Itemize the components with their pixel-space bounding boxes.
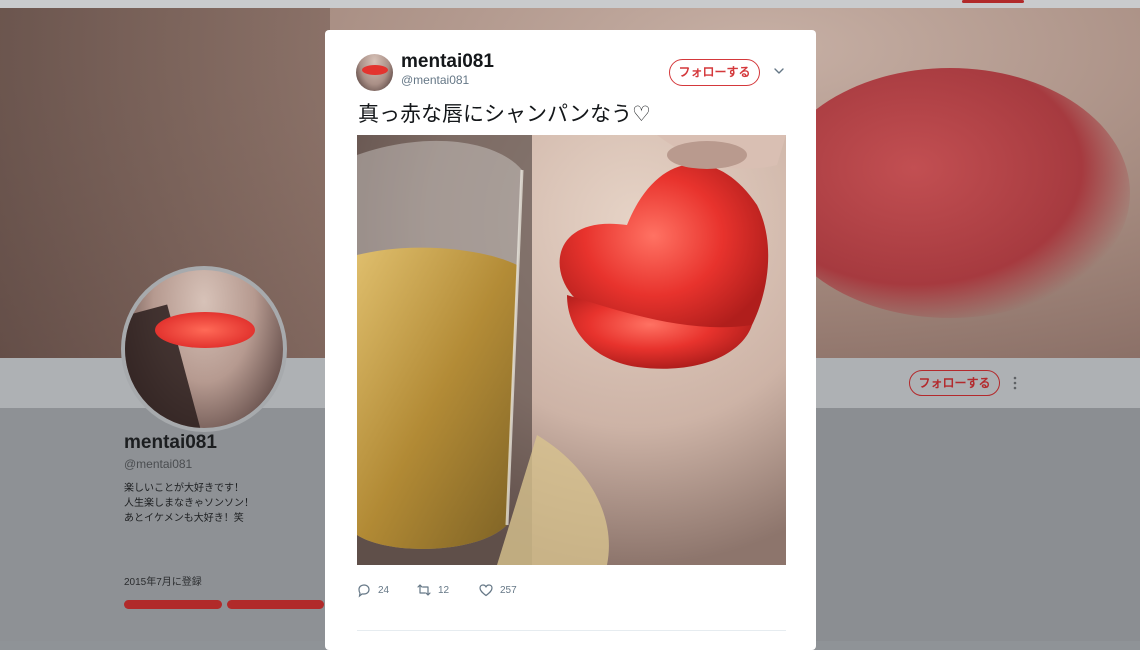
profile-bio: 楽しいことが大好きです！ 人生楽しまなきゃソンソン！ あとイケメンも大好き！笑 (124, 481, 254, 526)
profile-name[interactable]: mentai081 (124, 432, 217, 454)
reply-icon (358, 584, 370, 598)
reply-count: 24 (378, 584, 390, 596)
profile-joined-date: 2015年7月に登録 (124, 577, 202, 588)
profile-follow-button[interactable]: フォローする (909, 370, 1000, 396)
bio-line: あとイケメンも大好き！笑 (124, 513, 244, 524)
chevron-down-icon[interactable] (773, 64, 785, 76)
tweet-text: 真っ赤な唇にシャンパンなう♡ (358, 103, 651, 126)
tweet-follow-button[interactable]: フォローする (669, 59, 760, 86)
avatar-lips (362, 65, 388, 75)
more-dots-icon[interactable] (1012, 376, 1018, 390)
retweet-count: 12 (438, 584, 450, 596)
divider (357, 630, 786, 631)
tweet-author-name[interactable]: mentai081 (401, 51, 494, 73)
profile-avatar[interactable] (121, 266, 287, 432)
reply-action[interactable]: 24 (356, 581, 389, 599)
banner-lips (770, 68, 1130, 318)
like-action[interactable]: 257 (478, 581, 517, 599)
tweet-modal: mentai081 @mentai081 フォローする 真っ赤な唇にシャンパンな… (325, 30, 816, 650)
tweet-photo[interactable] (357, 135, 786, 565)
like-count: 257 (500, 584, 517, 596)
profile-handle[interactable]: @mentai081 (124, 457, 192, 471)
bio-line: 人生楽しまなきゃソンソン！ (124, 498, 254, 509)
tweet-author-handle[interactable]: @mentai081 (401, 73, 469, 87)
retweet-icon (417, 584, 431, 596)
retweet-action[interactable]: 12 (416, 581, 449, 599)
tweet-author-avatar[interactable] (356, 54, 393, 91)
top-bar-button[interactable] (962, 0, 1024, 3)
bio-line: 楽しいことが大好きです！ (124, 483, 244, 494)
top-bar (0, 0, 1140, 8)
tweet-photo-image (357, 135, 786, 565)
heart-icon (479, 584, 493, 597)
profile-action-button[interactable] (227, 600, 324, 609)
avatar-lips (155, 312, 255, 348)
profile-action-button[interactable] (124, 600, 222, 609)
